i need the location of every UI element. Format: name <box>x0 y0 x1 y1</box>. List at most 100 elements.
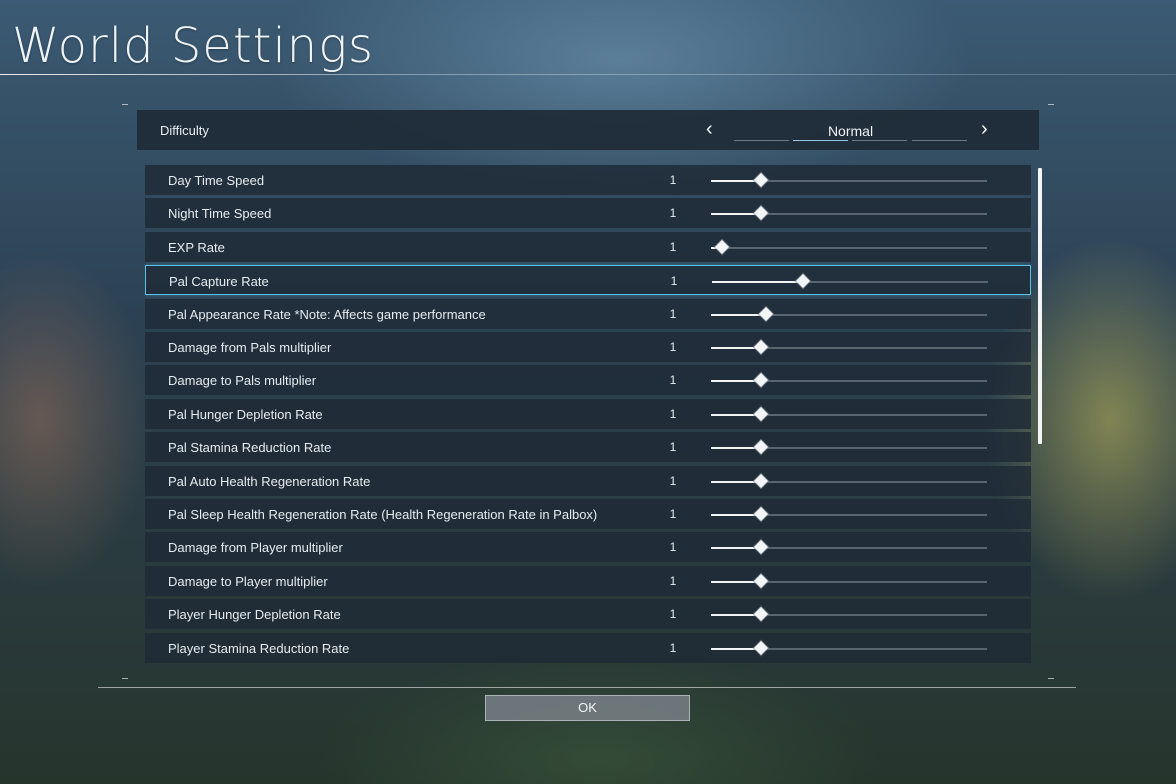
slider-thumb[interactable] <box>714 239 730 255</box>
setting-value: 1 <box>669 307 677 321</box>
setting-value: 1 <box>669 340 677 354</box>
slider-thumb[interactable] <box>753 606 768 622</box>
slider-fill <box>711 380 761 382</box>
setting-slider[interactable] <box>711 306 987 322</box>
setting-label: Pal Stamina Reduction Rate <box>168 440 332 455</box>
setting-label: Damage to Player multiplier <box>168 574 328 589</box>
slider-thumb[interactable] <box>753 406 768 422</box>
setting-label: Damage from Player multiplier <box>168 540 343 555</box>
page-title: World Settings <box>12 18 375 74</box>
setting-row[interactable]: Pal Capture Rate 1 <box>145 265 1031 295</box>
setting-row[interactable]: EXP Rate 1 <box>145 232 1031 262</box>
setting-row[interactable]: Night Time Speed 1 <box>145 198 1031 228</box>
difficulty-next-button[interactable]: › <box>981 119 988 139</box>
setting-slider[interactable] <box>711 640 987 656</box>
slider-fill <box>711 347 761 349</box>
setting-value: 1 <box>669 440 677 454</box>
setting-value: 1 <box>670 274 678 288</box>
slider-thumb[interactable] <box>796 273 811 289</box>
setting-row[interactable]: Pal Appearance Rate *Note: Affects game … <box>145 299 1031 329</box>
setting-label: Damage to Pals multiplier <box>168 373 317 388</box>
setting-value: 1 <box>669 641 677 655</box>
panel-corner-top-right <box>1048 104 1054 105</box>
setting-value: 1 <box>669 574 677 588</box>
setting-value: 1 <box>669 206 677 220</box>
panel-corner-top-left <box>122 104 128 105</box>
difficulty-segment <box>852 140 907 141</box>
difficulty-segment <box>734 140 789 141</box>
panel-corner-mid-left <box>122 678 128 679</box>
slider-thumb[interactable] <box>753 172 768 188</box>
slider-thumb[interactable] <box>753 506 768 522</box>
setting-value: 1 <box>669 474 677 488</box>
setting-slider[interactable] <box>711 172 987 188</box>
slider-fill <box>711 581 761 583</box>
slider-thumb[interactable] <box>753 473 768 489</box>
slider-thumb[interactable] <box>759 306 774 322</box>
slider-thumb[interactable] <box>753 439 768 455</box>
settings-list[interactable]: Day Time Speed 1 Night Time Speed 1 EXP Rate… <box>145 165 1031 673</box>
setting-row[interactable]: Damage to Player multiplier 1 <box>145 566 1031 596</box>
slider-fill <box>711 414 761 416</box>
setting-slider[interactable] <box>711 239 987 255</box>
slider-fill <box>711 180 761 182</box>
slider-fill <box>711 314 767 316</box>
setting-label: Night Time Speed <box>168 206 272 221</box>
setting-slider[interactable] <box>711 339 987 355</box>
slider-fill <box>711 447 761 449</box>
setting-slider[interactable] <box>711 573 987 589</box>
setting-label: Pal Hunger Depletion Rate <box>168 407 323 422</box>
setting-slider[interactable] <box>711 439 987 455</box>
slider-thumb[interactable] <box>753 539 768 555</box>
settings-scrollbar[interactable] <box>1038 168 1042 444</box>
setting-row[interactable]: Damage to Pals multiplier 1 <box>145 365 1031 395</box>
setting-slider[interactable] <box>711 372 987 388</box>
setting-slider[interactable] <box>711 473 987 489</box>
setting-row[interactable]: Pal Stamina Reduction Rate 1 <box>145 432 1031 462</box>
setting-label: Pal Capture Rate <box>169 274 269 289</box>
setting-row[interactable]: Damage from Pals multiplier 1 <box>145 332 1031 362</box>
slider-fill <box>711 614 761 616</box>
difficulty-segment <box>912 140 967 141</box>
setting-label: Pal Auto Health Regeneration Rate <box>168 474 371 489</box>
slider-thumb[interactable] <box>753 640 768 656</box>
setting-value: 1 <box>669 507 677 521</box>
setting-value: 1 <box>669 540 677 554</box>
setting-row[interactable]: Pal Hunger Depletion Rate 1 <box>145 399 1031 429</box>
slider-fill <box>711 547 761 549</box>
setting-slider[interactable] <box>712 273 988 289</box>
setting-row[interactable]: Damage from Player multiplier 1 <box>145 532 1031 562</box>
slider-fill <box>712 281 804 283</box>
slider-thumb[interactable] <box>753 205 768 221</box>
slider-fill <box>711 648 761 650</box>
setting-slider[interactable] <box>711 606 987 622</box>
setting-slider[interactable] <box>711 406 987 422</box>
ok-button[interactable]: OK <box>485 695 690 721</box>
setting-label: Player Hunger Depletion Rate <box>168 607 341 622</box>
setting-row[interactable]: Pal Auto Health Regeneration Rate 1 <box>145 466 1031 496</box>
setting-row[interactable]: Player Stamina Reduction Rate 1 <box>145 633 1031 663</box>
difficulty-label: Difficulty <box>160 123 209 138</box>
setting-row[interactable]: Pal Sleep Health Regeneration Rate (Heal… <box>145 499 1031 529</box>
setting-label: Damage from Pals multiplier <box>168 340 332 355</box>
setting-value: 1 <box>669 373 677 387</box>
setting-label: EXP Rate <box>168 240 225 255</box>
title-divider <box>0 74 1176 75</box>
setting-slider[interactable] <box>711 506 987 522</box>
slider-thumb[interactable] <box>753 339 768 355</box>
difficulty-segment-active <box>793 140 848 141</box>
difficulty-prev-button[interactable]: ‹ <box>706 119 713 139</box>
setting-slider[interactable] <box>711 205 987 221</box>
bottom-divider <box>98 687 1076 688</box>
setting-row[interactable]: Day Time Speed 1 <box>145 165 1031 195</box>
slider-fill <box>711 481 761 483</box>
setting-label: Pal Appearance Rate *Note: Affects game … <box>168 307 486 322</box>
setting-slider[interactable] <box>711 539 987 555</box>
setting-label: Player Stamina Reduction Rate <box>168 641 350 656</box>
setting-row[interactable]: Player Hunger Depletion Rate 1 <box>145 599 1031 629</box>
slider-thumb[interactable] <box>753 573 768 589</box>
difficulty-value: Normal <box>827 123 874 139</box>
slider-thumb[interactable] <box>753 372 768 388</box>
setting-value: 1 <box>669 240 677 254</box>
difficulty-selector: Difficulty ‹ Normal › <box>137 110 1039 150</box>
